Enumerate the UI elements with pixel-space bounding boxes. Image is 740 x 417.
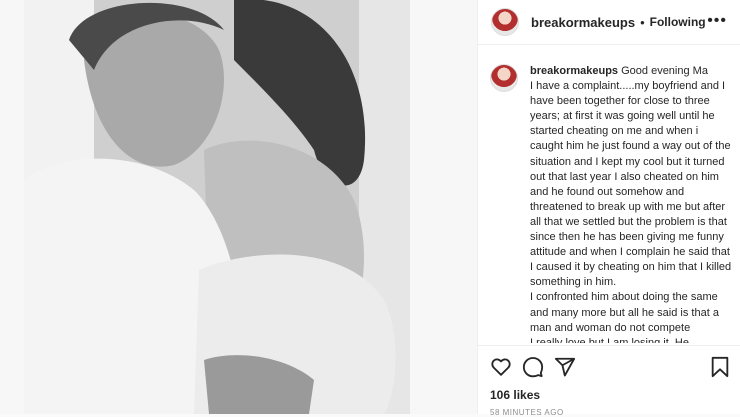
author-username-link[interactable]: breakormakeups	[531, 15, 635, 30]
action-bar	[478, 345, 740, 386]
author-avatar[interactable]	[491, 8, 519, 36]
ellipsis-icon[interactable]: •••	[707, 12, 727, 30]
bookmark-icon[interactable]	[710, 356, 730, 383]
post-details-panel: breakormakeups • Following ••• breakorma…	[477, 0, 740, 417]
likes-count[interactable]: 106 likes	[490, 388, 540, 402]
post-caption: breakormakeups Good evening Ma I have a …	[490, 64, 734, 343]
post-media	[0, 0, 477, 414]
paper-plane-icon[interactable]	[554, 356, 576, 383]
caption-username-link[interactable]: breakormakeups	[530, 65, 618, 77]
caption-text: Good evening Ma I have a complaint.....m…	[530, 65, 732, 343]
following-button[interactable]: Following	[650, 15, 706, 29]
header-separator: •	[640, 14, 645, 30]
heart-icon[interactable]	[490, 356, 512, 383]
post-photo[interactable]	[24, 0, 410, 414]
comment-icon[interactable]	[522, 356, 544, 383]
caption-body: breakormakeups Good evening Ma I have a …	[530, 64, 734, 343]
caption-author-avatar[interactable]	[490, 64, 518, 92]
couple-photo-illustration	[24, 0, 410, 414]
post-header: breakormakeups • Following •••	[478, 0, 740, 45]
post-timestamp: 58 MINUTES AGO	[490, 408, 564, 417]
